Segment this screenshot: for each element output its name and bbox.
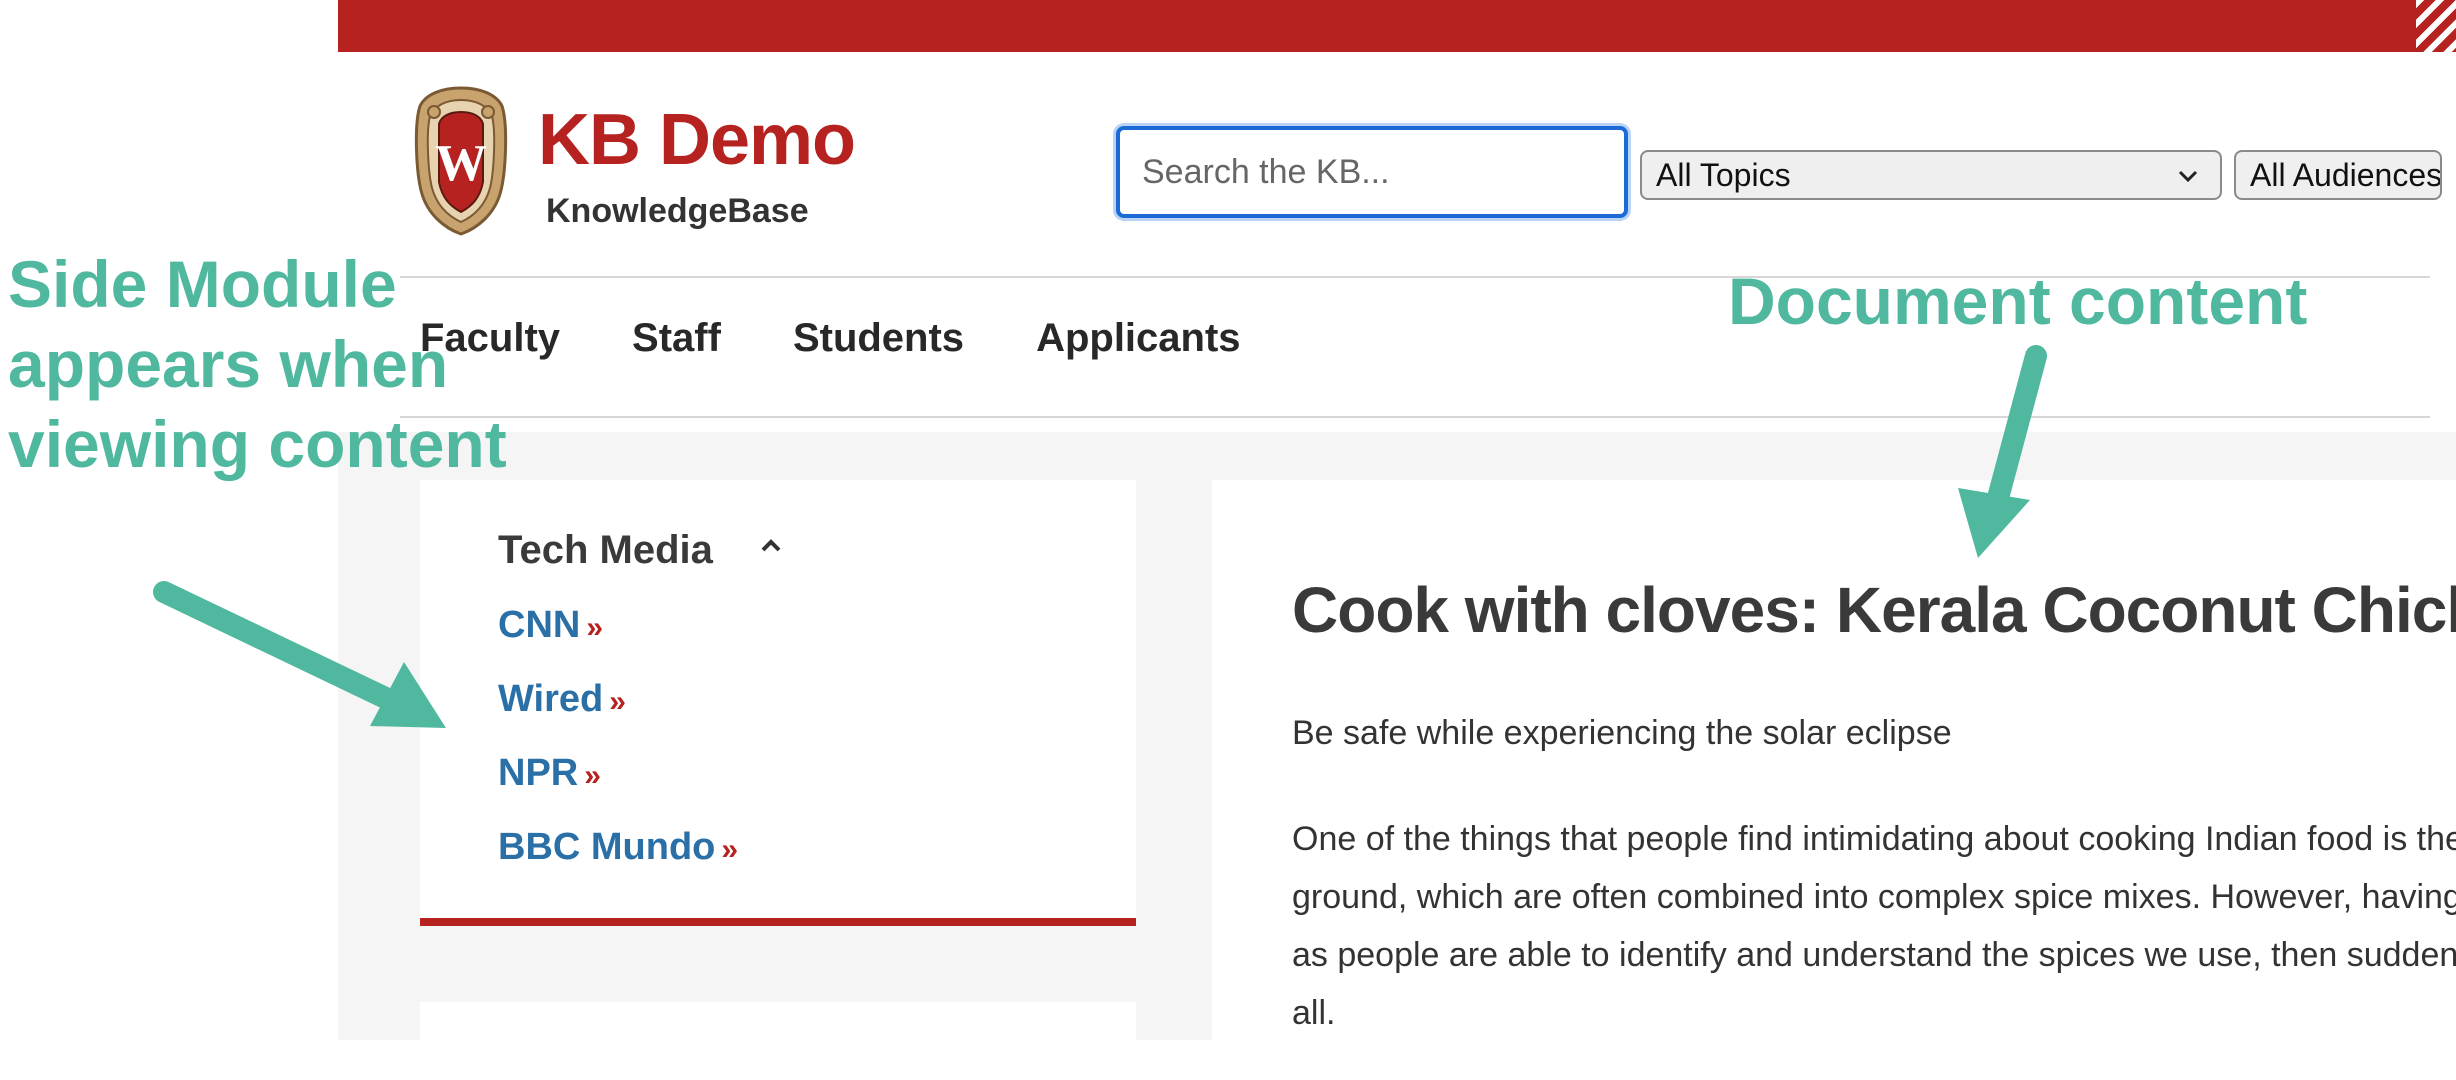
nav-item-applicants[interactable]: Applicants [1036, 318, 1240, 358]
annotation-side-module: Side Module appears when viewing content [8, 247, 507, 481]
brand-subtitle: KnowledgeBase [546, 192, 809, 230]
double-chevron-icon: » [609, 685, 626, 718]
side-module-secondary [420, 1002, 1136, 1062]
side-link-npr[interactable]: NPR» [498, 754, 601, 792]
paragraph-line: One of the things that people find intim… [1292, 820, 2456, 858]
side-link-bbc-mundo[interactable]: BBC Mundo» [498, 828, 738, 866]
chevron-down-icon [2178, 170, 2198, 183]
audiences-select[interactable]: All Audiences [2234, 150, 2442, 200]
document-paragraph: One of the things that people find intim… [1292, 810, 2456, 1042]
side-link-wired[interactable]: Wired» [498, 680, 626, 718]
crest-letter: W [435, 135, 487, 192]
paragraph-line: as people are able to identify and under… [1292, 936, 2456, 974]
nav-item-students[interactable]: Students [793, 318, 964, 358]
paragraph-line: ground, which are often combined into co… [1292, 878, 2456, 916]
nav-item-staff[interactable]: Staff [632, 318, 721, 358]
brand-title[interactable]: KB Demo [538, 104, 856, 176]
document-panel: Cook with cloves: Kerala Coconut Chicken… [1212, 480, 2456, 1080]
topics-select[interactable]: All Topics [1640, 150, 2222, 200]
annotation-document: Document content [1728, 264, 2308, 338]
audiences-select-value: All Audiences [2250, 156, 2442, 193]
side-link-label: NPR [498, 752, 579, 794]
double-chevron-icon: » [584, 759, 601, 792]
side-module-accent-bar [420, 918, 1136, 926]
paragraph-line: all. [1292, 994, 1336, 1032]
topics-select-value: All Topics [1656, 156, 1791, 193]
collapse-caret-icon[interactable] [758, 536, 784, 556]
side-link-cnn[interactable]: CNN» [498, 606, 603, 644]
side-link-label: CNN [498, 604, 581, 646]
side-link-label: BBC Mundo [498, 826, 716, 868]
search-input[interactable] [1116, 126, 1628, 218]
double-chevron-icon: » [721, 833, 739, 866]
nav-divider [400, 416, 2430, 418]
top-red-bar [338, 0, 2456, 52]
side-module-title: Tech Media [498, 528, 713, 572]
double-chevron-icon: » [586, 611, 604, 644]
side-link-label: Wired [498, 678, 604, 720]
document-title: Cook with cloves: Kerala Coconut Chicken [1292, 574, 2456, 646]
main-nav: Faculty Staff Students Applicants [420, 318, 1313, 358]
torn-edge [2416, 0, 2456, 52]
crest-logo-icon[interactable]: W [412, 84, 510, 236]
document-subtitle: Be safe while experiencing the solar ecl… [1292, 714, 1952, 752]
